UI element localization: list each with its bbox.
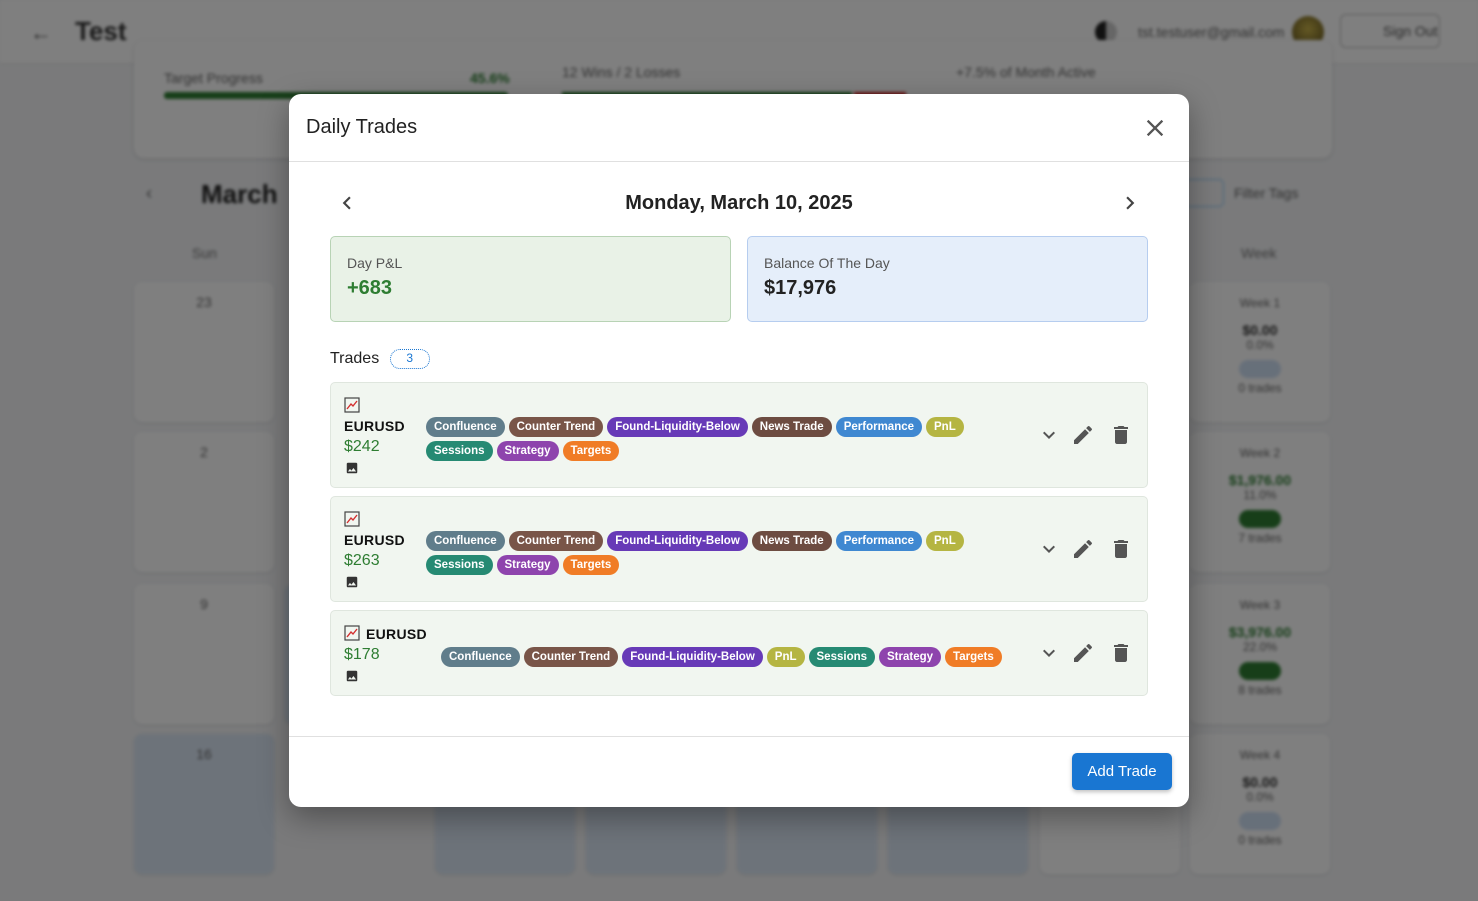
expand-button[interactable] — [1037, 641, 1061, 665]
trade-row[interactable]: EURUSD $263 Confluence Counter Trend Found… — [330, 496, 1148, 602]
trades-heading: Trades 3 — [330, 349, 430, 371]
tag-chip: PnL — [926, 531, 964, 551]
expand-button[interactable] — [1037, 537, 1061, 561]
trade-pnl: $178 — [344, 646, 380, 663]
dialog-header: Daily Trades — [289, 94, 1189, 162]
trade-actions — [1034, 641, 1134, 665]
tag-chip: News Trade — [751, 417, 832, 437]
chart-trend-icon — [344, 625, 360, 641]
trash-icon — [1114, 426, 1128, 444]
tag-chip: Found-Liquidity-Below — [607, 417, 748, 437]
tag-chip: Confluence — [441, 647, 520, 667]
chevron-down-icon — [1043, 649, 1055, 657]
tag-chip: Targets — [562, 441, 620, 461]
tag-chip: Counter Trend — [508, 531, 604, 551]
tag-chip: Sessions — [808, 647, 876, 667]
image-icon[interactable] — [345, 575, 359, 589]
tag-chip: Confluence — [426, 417, 505, 437]
close-icon — [1146, 119, 1164, 137]
day-pnl-card: Day P&L +683 — [330, 236, 731, 322]
trade-symbol: EURUSD — [344, 418, 405, 434]
trade-pnl: $242 — [344, 438, 380, 455]
trade-symbol: EURUSD — [366, 626, 427, 642]
trade-actions — [1034, 423, 1134, 447]
daily-trades-dialog: Daily Trades Monday, March 10, 2025 Day … — [289, 94, 1189, 807]
balance-label: Balance Of The Day — [764, 255, 890, 271]
pencil-icon — [1074, 643, 1093, 662]
tag-chip: PnL — [766, 647, 805, 667]
balance-card: Balance Of The Day $17,976 — [747, 236, 1148, 322]
chevron-down-icon — [1043, 545, 1055, 553]
tag-chip: Sessions — [426, 441, 493, 461]
trade-pnl: $263 — [344, 552, 380, 569]
pencil-icon — [1074, 539, 1093, 558]
expand-button[interactable] — [1037, 423, 1061, 447]
delete-button[interactable] — [1109, 423, 1133, 447]
delete-button[interactable] — [1109, 641, 1133, 665]
next-day-button[interactable] — [1117, 190, 1143, 216]
day-pnl-value: +683 — [347, 277, 393, 299]
edit-button[interactable] — [1071, 423, 1095, 447]
tag-chip: Found-Liquidity-Below — [622, 647, 763, 667]
tag-chip: Found-Liquidity-Below — [607, 531, 748, 551]
tag-chip: Counter Trend — [508, 417, 604, 437]
trade-tags: Confluence Counter Trend Found-Liquidity-B… — [441, 647, 1021, 667]
trades-label: Trades — [330, 350, 380, 367]
tag-chip: Strategy — [496, 555, 559, 575]
tag-chip: Strategy — [879, 647, 942, 667]
trades-count-badge: 3 — [389, 349, 430, 369]
delete-button[interactable] — [1109, 537, 1133, 561]
image-icon[interactable] — [345, 669, 359, 683]
image-icon[interactable] — [345, 461, 359, 475]
day-pnl-label: Day P&L — [347, 255, 403, 271]
tag-chip: Performance — [835, 531, 923, 551]
trade-symbol: EURUSD — [344, 532, 405, 548]
prev-day-button[interactable] — [334, 190, 360, 216]
trash-icon — [1114, 540, 1128, 558]
chevron-right-icon — [1126, 196, 1135, 210]
trade-row[interactable]: EURUSD $242 Confluence Counter Trend Found… — [330, 382, 1148, 488]
trade-tags: Confluence Counter Trend Found-Liquidity-B… — [426, 417, 986, 461]
dialog-title: Daily Trades — [306, 116, 418, 138]
tag-chip: Counter Trend — [523, 647, 619, 667]
chevron-left-icon — [342, 196, 351, 210]
tag-chip: Strategy — [496, 441, 559, 461]
tag-chip: News Trade — [751, 531, 832, 551]
trade-tags: Confluence Counter Trend Found-Liquidity-B… — [426, 531, 986, 575]
close-button[interactable] — [1141, 114, 1169, 142]
edit-button[interactable] — [1071, 641, 1095, 665]
trade-actions — [1034, 537, 1134, 561]
date-navigation: Monday, March 10, 2025 — [330, 182, 1148, 224]
date-label: Monday, March 10, 2025 — [625, 192, 853, 214]
tag-chip: Confluence — [426, 531, 505, 551]
trade-row[interactable]: EURUSD $178 Confluence Counter Trend Found… — [330, 610, 1148, 696]
trash-icon — [1114, 644, 1128, 662]
tag-chip: Targets — [562, 555, 620, 575]
edit-button[interactable] — [1071, 537, 1095, 561]
tag-chip: Targets — [945, 647, 1002, 667]
tag-chip: Performance — [835, 417, 923, 437]
dialog-footer: Add Trade — [289, 736, 1189, 807]
add-trade-button[interactable]: Add Trade — [1072, 753, 1172, 790]
chevron-down-icon — [1043, 431, 1055, 439]
chart-trend-icon — [344, 397, 360, 413]
tag-chip: PnL — [926, 417, 964, 437]
balance-value: $17,976 — [764, 277, 837, 299]
chart-trend-icon — [344, 511, 360, 527]
pencil-icon — [1074, 425, 1093, 444]
tag-chip: Sessions — [426, 555, 493, 575]
